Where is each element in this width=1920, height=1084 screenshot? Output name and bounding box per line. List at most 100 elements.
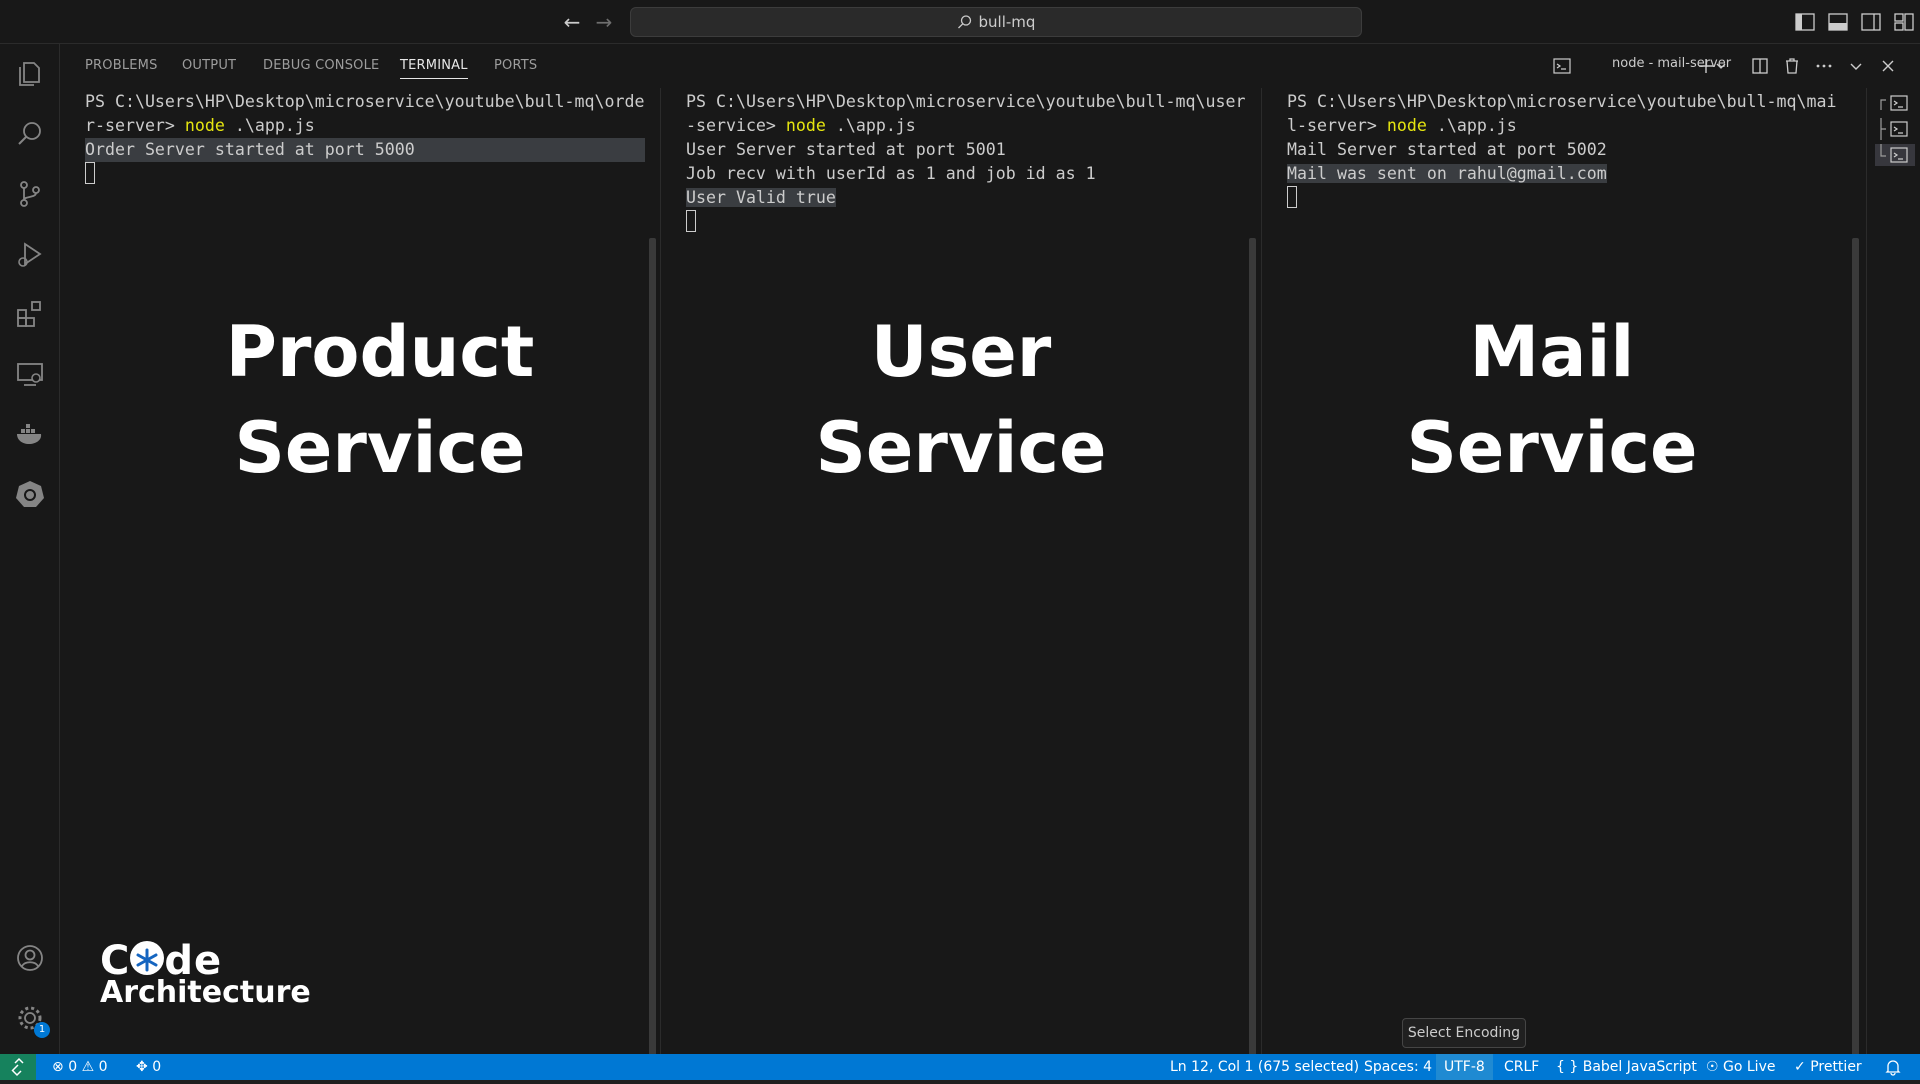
explorer-icon[interactable] [14,58,46,90]
braces-icon: { } [1556,1059,1579,1075]
close-icon[interactable] [1878,56,1898,76]
encoding[interactable]: UTF-8 [1436,1054,1493,1080]
more-actions-icon[interactable] [1814,56,1834,76]
toggle-panel-icon[interactable] [1827,11,1849,33]
kubernetes-icon[interactable] [14,478,46,510]
remote-icon [11,1057,24,1077]
scrollbar[interactable] [1852,238,1859,1054]
terminal-list [1866,88,1920,1054]
go-live-label: Go Live [1723,1059,1776,1075]
source-control-icon[interactable] [14,178,46,210]
toggle-primary-sidebar-icon[interactable] [1794,11,1816,33]
ports-count: 0 [152,1059,162,1075]
output-line: User Valid true [686,188,836,207]
command-center-search[interactable]: bull-mq [630,7,1362,37]
command-center-text: bull-mq [978,13,1036,31]
language-mode[interactable]: { } Babel JavaScript [1556,1058,1697,1076]
settings-badge: 1 [34,1022,50,1038]
output-line: Job recv with userId as 1 and job id as … [686,164,1096,183]
overlay-line: Mail [1469,311,1635,393]
ports-status[interactable]: ✥ 0 [136,1058,161,1076]
logo-star-icon [130,941,165,975]
new-terminal-icon[interactable] [1696,56,1716,76]
terminal-pane-user[interactable]: PS C:\Users\HP\Desktop\microservice\yout… [661,88,1261,1054]
terminal-pane-order[interactable]: PS C:\Users\HP\Desktop\microservice\yout… [60,88,660,1054]
toggle-secondary-sidebar-icon[interactable] [1860,11,1882,33]
terminal-list-item-order[interactable] [1875,92,1915,114]
prettier-label: Prettier [1810,1059,1862,1075]
overlay-line: Product [225,311,535,393]
code-architecture-logo: Cde Architecture [100,938,340,1010]
search-icon[interactable] [14,118,46,150]
end-of-line[interactable]: CRLF [1504,1058,1539,1076]
split-terminal-icon[interactable] [1750,56,1770,76]
overlay-title-product: Product Service [120,304,640,496]
tab-terminal[interactable]: TERMINAL [400,58,468,79]
output-line: User Server started at port 5001 [686,140,1006,159]
select-encoding-tooltip: Select Encoding [1402,1018,1526,1048]
command-args: .\app.js [825,116,916,135]
overlay-line: Service [815,407,1107,489]
prompt-line: l-server> [1287,116,1387,135]
run-debug-icon[interactable] [14,238,46,270]
remote-explorer-icon[interactable] [14,358,46,390]
error-count: 0 [68,1059,78,1075]
tab-ports[interactable]: PORTS [494,58,537,73]
scrollbar[interactable] [649,238,656,1054]
terminal-list-item-mail[interactable] [1875,144,1915,166]
terminal-icon [1553,58,1571,74]
output-line: Mail was sent on rahul@gmail.com [1287,164,1607,183]
prompt-line: -service> [686,116,786,135]
tab-debug-console[interactable]: DEBUG CONSOLE [263,58,379,73]
scrollbar[interactable] [1249,238,1256,1054]
panel-header: PROBLEMS OUTPUT DEBUG CONSOLE TERMINAL P… [60,44,1920,88]
prompt-line: PS C:\Users\HP\Desktop\microservice\yout… [1287,92,1837,111]
go-live-button[interactable]: ☉ Go Live [1706,1058,1775,1076]
prompt-line: r-server> [85,116,185,135]
remote-indicator[interactable] [0,1054,36,1080]
extensions-icon[interactable] [14,298,46,330]
terminal-list-item-user[interactable] [1875,118,1915,140]
output-line: Order Server started at port 5000 [85,138,645,162]
command-args: .\app.js [1426,116,1517,135]
broadcast-icon: ☉ [1706,1059,1719,1075]
search-icon [957,15,971,29]
activity-bar: 1 [0,44,60,1054]
arrow-right-icon[interactable]: → [592,10,616,34]
customize-layout-icon[interactable] [1893,11,1915,33]
bell-icon[interactable] [1884,1058,1902,1076]
check-all-icon: ✓ [1794,1059,1806,1075]
command-text: node [184,116,225,135]
output-line: Mail Server started at port 5002 [1287,140,1607,159]
arrow-left-icon[interactable]: ← [560,10,584,34]
overlay-line: Service [1406,407,1698,489]
chevron-down-icon[interactable] [1714,56,1728,76]
overlay-line: Service [234,407,526,489]
indentation[interactable]: Spaces: 4 [1364,1058,1432,1076]
prompt-line: PS C:\Users\HP\Desktop\microservice\yout… [85,92,645,111]
command-args: .\app.js [224,116,315,135]
terminal-output: PS C:\Users\HP\Desktop\microservice\yout… [85,90,645,186]
status-bar: ⊗ 0 ⚠ 0 ✥ 0 Ln 12, Col 1 (675 selected) … [0,1054,1920,1080]
tab-output[interactable]: OUTPUT [182,58,236,73]
language-label: Babel JavaScript [1582,1059,1697,1075]
maximize-panel-icon[interactable] [1846,56,1866,76]
terminal-cursor [1287,186,1297,208]
warning-count: 0 [98,1059,108,1075]
command-text: node [785,116,826,135]
error-icon: ⊗ [52,1059,64,1075]
tab-problems[interactable]: PROBLEMS [85,58,158,73]
terminal-output: PS C:\Users\HP\Desktop\microservice\yout… [1287,90,1836,210]
trash-icon[interactable] [1782,56,1802,76]
radio-tower-icon: ✥ [136,1059,148,1075]
prettier-status[interactable]: ✓ Prettier [1794,1058,1862,1076]
cursor-position[interactable]: Ln 12, Col 1 (675 selected) [1170,1058,1359,1076]
terminal-cursor [686,210,696,232]
overlay-line: User [870,311,1052,393]
problems-status[interactable]: ⊗ 0 ⚠ 0 [52,1058,108,1076]
docker-icon[interactable] [14,418,46,450]
prompt-line: PS C:\Users\HP\Desktop\microservice\yout… [686,92,1246,111]
account-icon[interactable] [14,942,46,974]
overlay-title-mail: Mail Service [1292,304,1812,496]
terminal-pane-mail[interactable]: PS C:\Users\HP\Desktop\microservice\yout… [1262,88,1866,1054]
